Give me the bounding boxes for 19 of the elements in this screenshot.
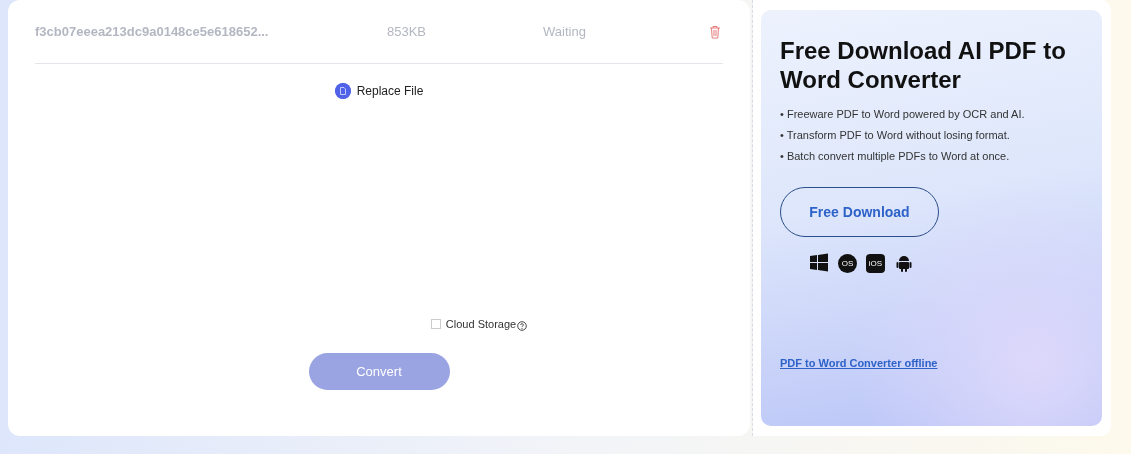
file-name: f3cb07eeea213dc9a0148ce5e618652... <box>35 24 270 39</box>
feature-bullet: • Freeware PDF to Word powered by OCR and AI. <box>780 108 1026 120</box>
free-download-button[interactable]: Free Download <box>780 187 939 237</box>
cloud-storage-label: Cloud Storage <box>445 318 517 330</box>
macos-icon: OS <box>838 253 857 273</box>
file-size: 853KB <box>387 24 428 39</box>
ios-icon: iOS <box>866 253 885 273</box>
file-icon <box>334 83 351 99</box>
feature-bullet: • Transform PDF to Word without losing format. <box>780 129 1011 141</box>
promo-title: Free Download AI PDF to Word Converter <box>780 36 1067 94</box>
file-status: Waiting <box>543 24 587 39</box>
windows-icon <box>809 253 829 273</box>
android-icon <box>894 253 914 273</box>
feature-bullet: • Batch convert multiple PDFs to Word at once. <box>780 150 1011 162</box>
checkbox[interactable] <box>430 319 441 329</box>
replace-file-button[interactable]: Replace File <box>334 83 424 99</box>
delete-icon[interactable] <box>709 24 721 39</box>
help-icon[interactable] <box>517 321 528 331</box>
offline-converter-link[interactable]: PDF to Word Converter offline <box>780 357 1083 369</box>
